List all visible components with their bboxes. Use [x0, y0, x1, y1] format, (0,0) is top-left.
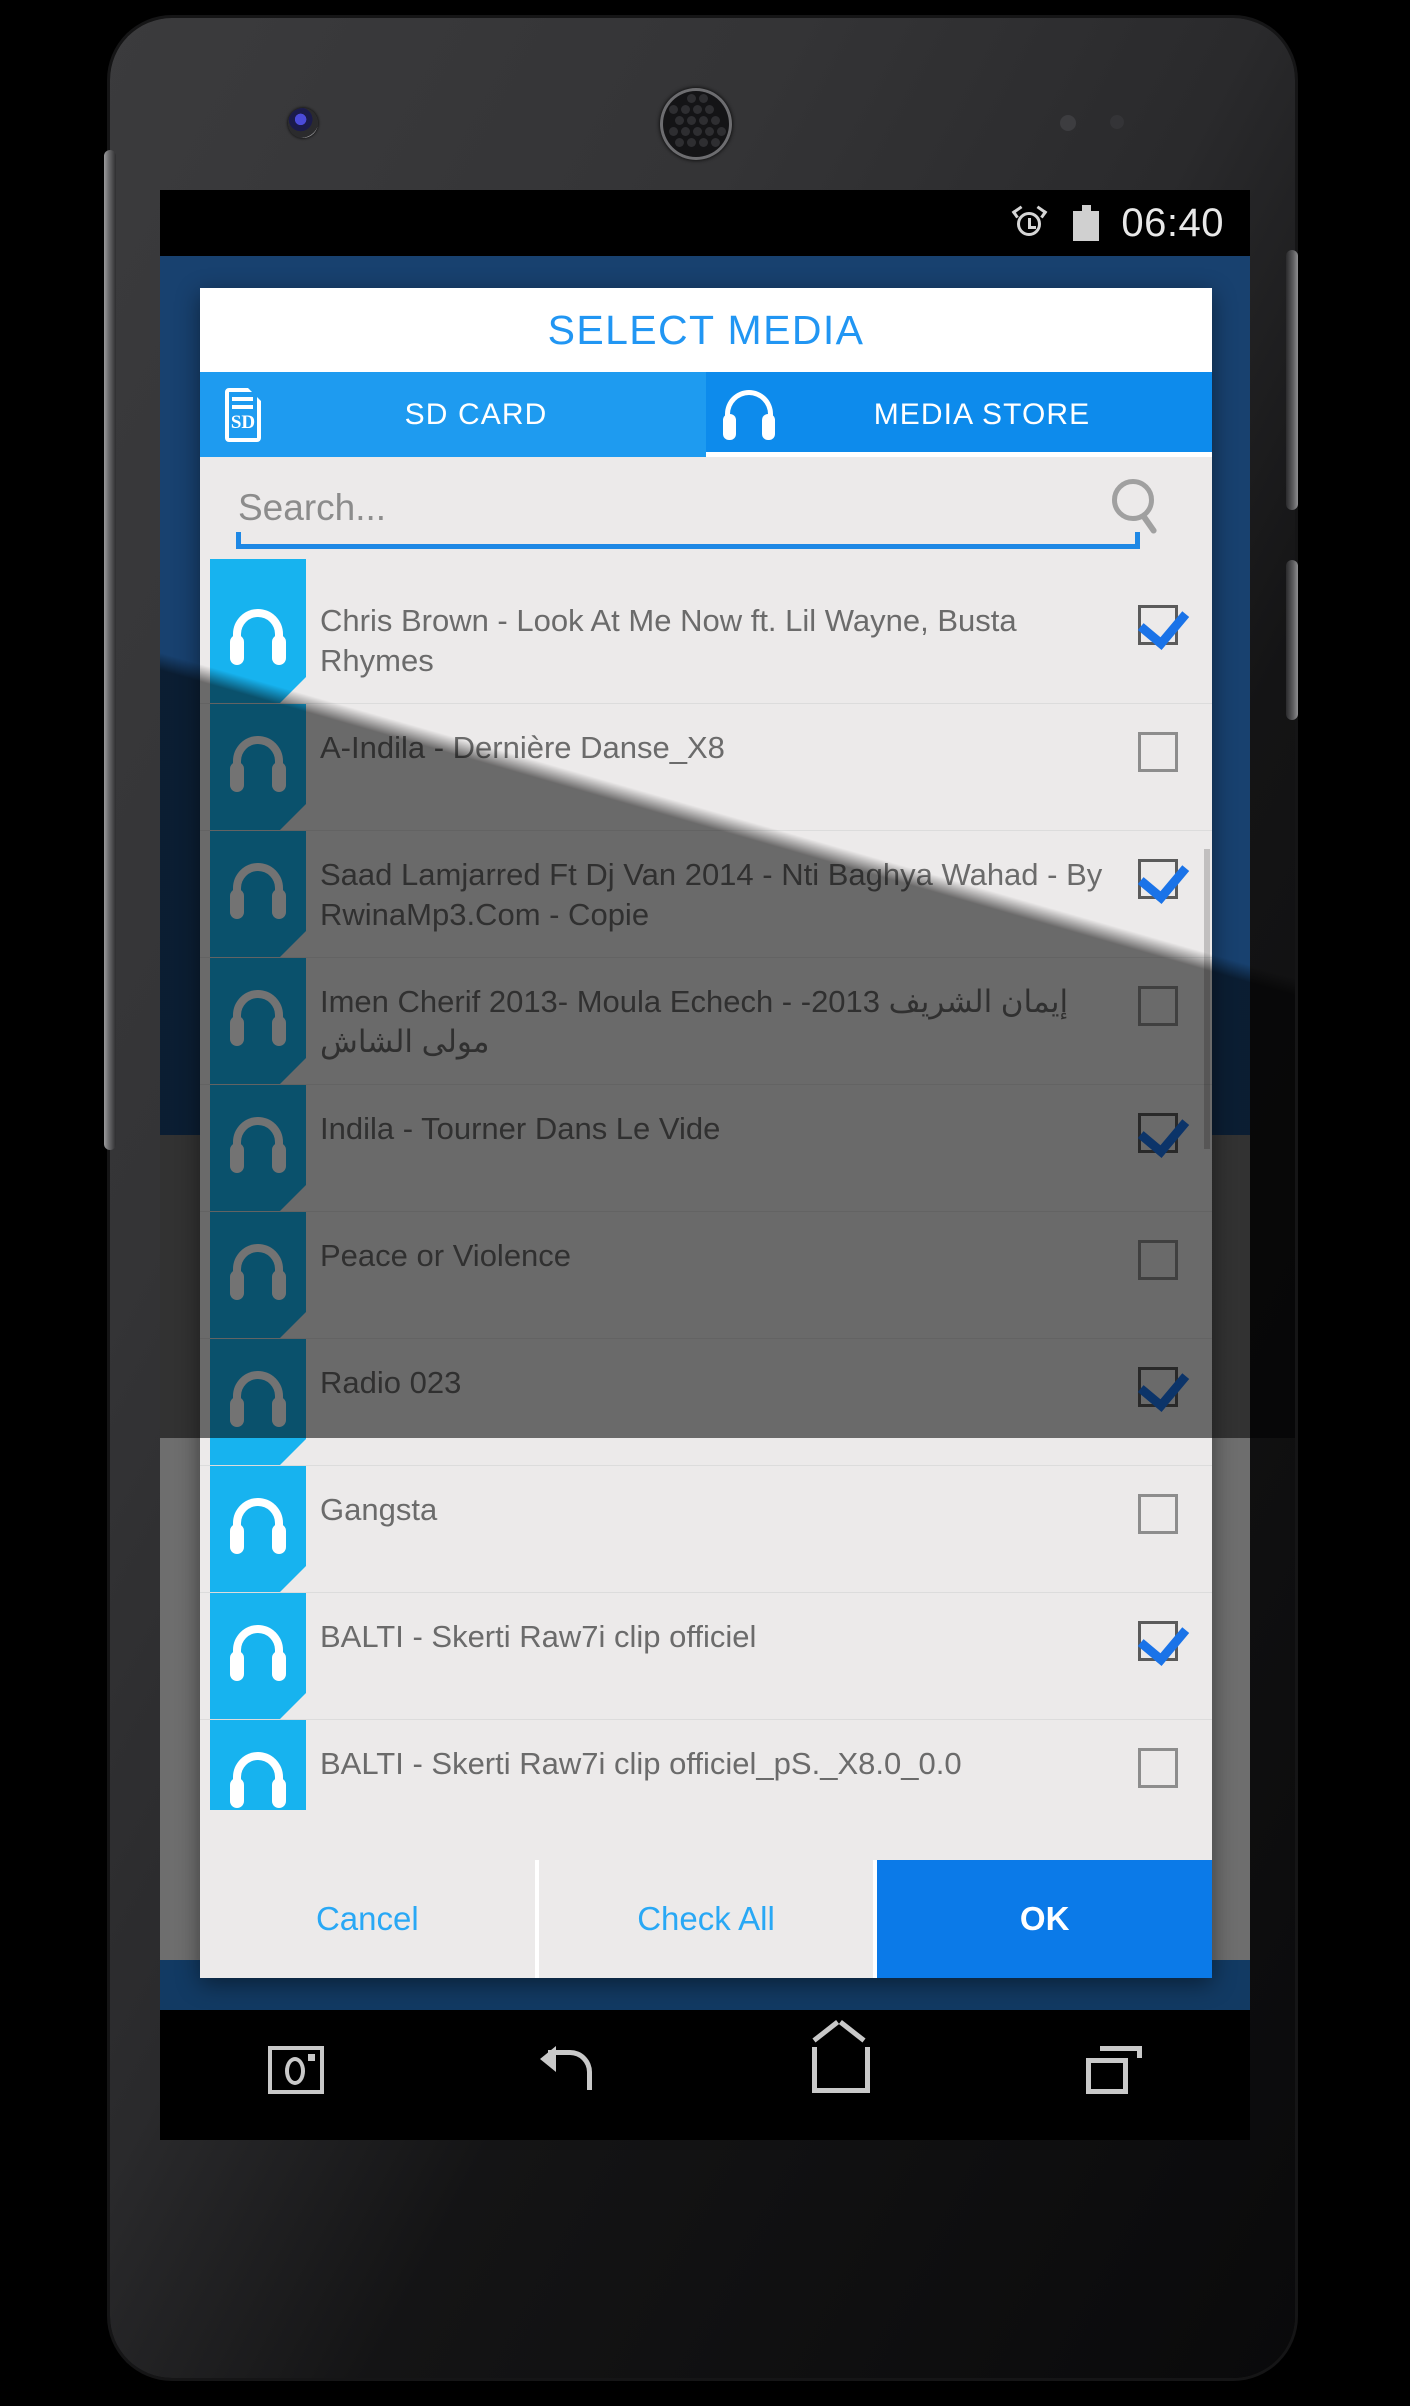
power-button: [1286, 250, 1298, 510]
dialog-button-bar: Cancel Check All OK: [200, 1860, 1212, 1978]
screenshot-stage: 06:40 SELECT MEDIA SD SD CARD MEDIA STOR…: [0, 0, 1410, 2406]
list-item[interactable]: Imen Cherif 2013- Moula Echech - إيمان ا…: [200, 958, 1212, 1085]
media-checkbox[interactable]: [1138, 1367, 1178, 1407]
media-title: BALTI - Skerti Raw7i clip officiel: [320, 1619, 757, 1654]
tab-sd-card[interactable]: SD SD CARD: [200, 372, 706, 457]
tab-media-store-label: MEDIA STORE: [873, 397, 1091, 431]
list-item[interactable]: BALTI - Skerti Raw7i clip officiel_pS._X…: [200, 1720, 1212, 1810]
media-title: Radio 023: [320, 1365, 462, 1400]
sd-card-icon: SD: [200, 387, 286, 442]
media-thumbnail: [210, 1212, 306, 1338]
search-bar: [200, 457, 1212, 559]
list-item-partial[interactable]: [200, 559, 1212, 577]
media-thumbnail: [210, 831, 306, 957]
android-navigation-bar: [160, 2010, 1250, 2130]
media-thumbnail: [210, 1466, 306, 1592]
media-list[interactable]: Chris Brown - Look At Me Now ft. Lil Way…: [200, 559, 1212, 1810]
earpiece-speaker-icon: [660, 88, 732, 160]
list-item[interactable]: Saad Lamjarred Ft Dj Van 2014 - Nti Bagh…: [200, 831, 1212, 958]
media-checkbox[interactable]: [1138, 1240, 1178, 1280]
media-title: BALTI - Skerti Raw7i clip officiel_pS._X…: [320, 1746, 962, 1781]
list-item[interactable]: Indila - Tourner Dans Le Vide: [200, 1085, 1212, 1212]
media-thumbnail: [210, 1339, 306, 1465]
search-icon[interactable]: [1108, 477, 1166, 535]
list-item[interactable]: BALTI - Skerti Raw7i clip officiel: [200, 1593, 1212, 1720]
dialog-title: SELECT MEDIA: [547, 306, 865, 353]
dialog-title-bar: SELECT MEDIA: [200, 288, 1212, 372]
list-item[interactable]: Peace or Violence: [200, 1212, 1212, 1339]
headphones-icon: [706, 389, 792, 440]
media-title: Indila - Tourner Dans Le Vide: [320, 1111, 721, 1146]
alarm-clock-icon: [1012, 205, 1048, 240]
back-icon: [539, 2046, 598, 2094]
nav-recents-button[interactable]: [978, 2046, 1251, 2094]
nav-screenshot-button[interactable]: [160, 2046, 433, 2094]
recent-apps-icon: [1085, 2046, 1142, 2094]
media-title: Chris Brown - Look At Me Now ft. Lil Way…: [320, 603, 1017, 678]
status-bar-clock: 06:40: [1121, 200, 1224, 245]
list-item[interactable]: A-Indila - Dernière Danse_X8: [200, 704, 1212, 831]
media-checkbox[interactable]: [1138, 605, 1178, 645]
list-item[interactable]: Radio 023: [200, 1339, 1212, 1466]
battery-full-icon: [1073, 205, 1100, 241]
media-thumbnail: [210, 559, 306, 577]
front-camera-icon: [288, 108, 318, 138]
sim-tray: [1286, 560, 1298, 720]
media-checkbox[interactable]: [1138, 732, 1178, 772]
nav-back-button[interactable]: [433, 2046, 706, 2094]
media-checkbox[interactable]: [1138, 1621, 1178, 1661]
home-icon: [812, 2047, 871, 2093]
select-media-dialog: SELECT MEDIA SD SD CARD MEDIA STORE Sear…: [200, 288, 1212, 1978]
tab-sd-card-label: SD CARD: [404, 397, 548, 431]
media-checkbox[interactable]: [1138, 1494, 1178, 1534]
ambient-light-sensor-icon: [1110, 115, 1124, 129]
list-item[interactable]: Gangsta: [200, 1466, 1212, 1593]
list-scrollbar[interactable]: [1204, 849, 1210, 1149]
media-title: Saad Lamjarred Ft Dj Van 2014 - Nti Bagh…: [320, 857, 1103, 932]
list-item[interactable]: Chris Brown - Look At Me Now ft. Lil Way…: [200, 577, 1212, 704]
media-checkbox[interactable]: [1138, 1748, 1178, 1788]
media-checkbox[interactable]: [1138, 986, 1178, 1026]
proximity-sensor-icon: [1060, 115, 1076, 131]
ok-button[interactable]: OK: [877, 1860, 1212, 1978]
search-input[interactable]: [236, 479, 1130, 537]
media-thumbnail: [210, 704, 306, 830]
media-thumbnail: [210, 1085, 306, 1211]
media-thumbnail: [210, 958, 306, 1084]
media-title: Gangsta: [320, 1492, 438, 1527]
media-title: Imen Cherif 2013- Moula Echech - إيمان ا…: [320, 984, 1069, 1059]
media-title: A-Indila - Dernière Danse_X8: [320, 730, 725, 765]
media-checkbox[interactable]: [1138, 859, 1178, 899]
volume-rocker: [104, 150, 116, 1150]
media-thumbnail: [210, 1720, 306, 1810]
nav-home-button[interactable]: [705, 2047, 978, 2093]
media-thumbnail: [210, 577, 306, 703]
cancel-button[interactable]: Cancel: [200, 1860, 539, 1978]
media-title: Peace or Violence: [320, 1238, 572, 1273]
media-checkbox[interactable]: [1138, 1113, 1178, 1153]
media-thumbnail: [210, 1593, 306, 1719]
camera-screenshot-icon: [268, 2046, 325, 2094]
tab-bar: SD SD CARD MEDIA STORE: [200, 372, 1212, 457]
tab-media-store[interactable]: MEDIA STORE: [706, 372, 1212, 457]
check-all-button[interactable]: Check All: [538, 1860, 878, 1978]
search-underline: [236, 532, 1140, 549]
android-status-bar: 06:40: [160, 190, 1250, 256]
